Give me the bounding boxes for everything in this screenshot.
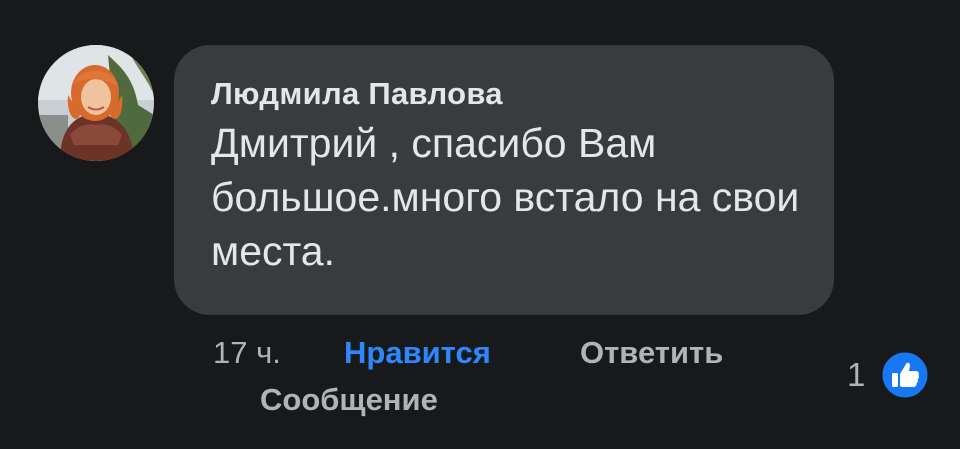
author-avatar[interactable]	[38, 45, 154, 161]
comment-bubble: Людмила Павлова Дмитрий , спасибо Вам бо…	[174, 45, 834, 315]
avatar-image	[38, 45, 154, 161]
reply-button[interactable]: Ответить	[580, 333, 723, 373]
like-button[interactable]: Нравится	[344, 333, 491, 373]
comment-text: Дмитрий , спасибо Вам большое.много вста…	[211, 120, 800, 274]
reaction-count[interactable]: 1	[847, 355, 865, 395]
message-button[interactable]: Сообщение	[260, 380, 438, 420]
comment-timestamp[interactable]: 17 ч.	[213, 333, 281, 373]
author-name[interactable]: Людмила Павлова	[211, 75, 804, 113]
thumbs-up-icon[interactable]	[879, 349, 931, 401]
